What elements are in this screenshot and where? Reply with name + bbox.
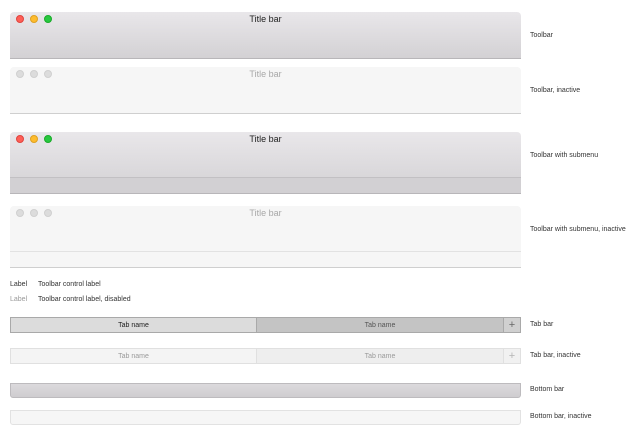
tab-bar-inactive: Tab name Tab name +	[10, 348, 521, 364]
plus-icon[interactable]: +	[504, 349, 520, 363]
submenu-band	[10, 251, 521, 267]
tab-1[interactable]: Tab name	[11, 349, 257, 363]
control-label-caption: Toolbar control label	[38, 281, 101, 288]
toolbar-caption: Toolbar	[530, 32, 553, 39]
toolbar-submenu-inactive: Title bar	[10, 206, 521, 268]
bottom-bar-inactive-caption: Bottom bar, inactive	[530, 413, 592, 420]
tab-bar-caption: Tab bar	[530, 321, 554, 328]
tab-2[interactable]: Tab name	[257, 349, 504, 363]
window-title: Title bar	[249, 14, 282, 24]
toolbar-active: Title bar	[10, 12, 521, 59]
tab-1[interactable]: Tab name	[11, 318, 257, 332]
toolbar-submenu-active: Title bar	[10, 132, 521, 194]
bottom-bar-caption: Bottom bar	[530, 386, 565, 393]
submenu-band	[10, 177, 521, 193]
tab-bar: Tab name Tab name +	[10, 317, 521, 333]
bottom-bar	[10, 383, 521, 398]
window-title: Title bar	[249, 69, 282, 79]
plus-icon[interactable]: +	[504, 318, 520, 332]
window-title: Title bar	[249, 208, 282, 218]
tab-2[interactable]: Tab name	[257, 318, 504, 332]
control-label-disabled-caption: Toolbar control label, disabled	[38, 296, 131, 303]
toolbar-submenu-inactive-caption: Toolbar with submenu, inactive	[530, 226, 626, 233]
control-label-disabled: Label	[10, 296, 28, 303]
toolbar-submenu-caption: Toolbar with submenu	[530, 152, 599, 159]
window-title: Title bar	[249, 134, 282, 144]
toolbar-inactive: Title bar	[10, 67, 521, 114]
tab-bar-inactive-caption: Tab bar, inactive	[530, 352, 581, 359]
toolbar-inactive-caption: Toolbar, inactive	[530, 87, 581, 94]
bottom-bar-inactive	[10, 410, 521, 425]
control-label: Label	[10, 281, 28, 288]
